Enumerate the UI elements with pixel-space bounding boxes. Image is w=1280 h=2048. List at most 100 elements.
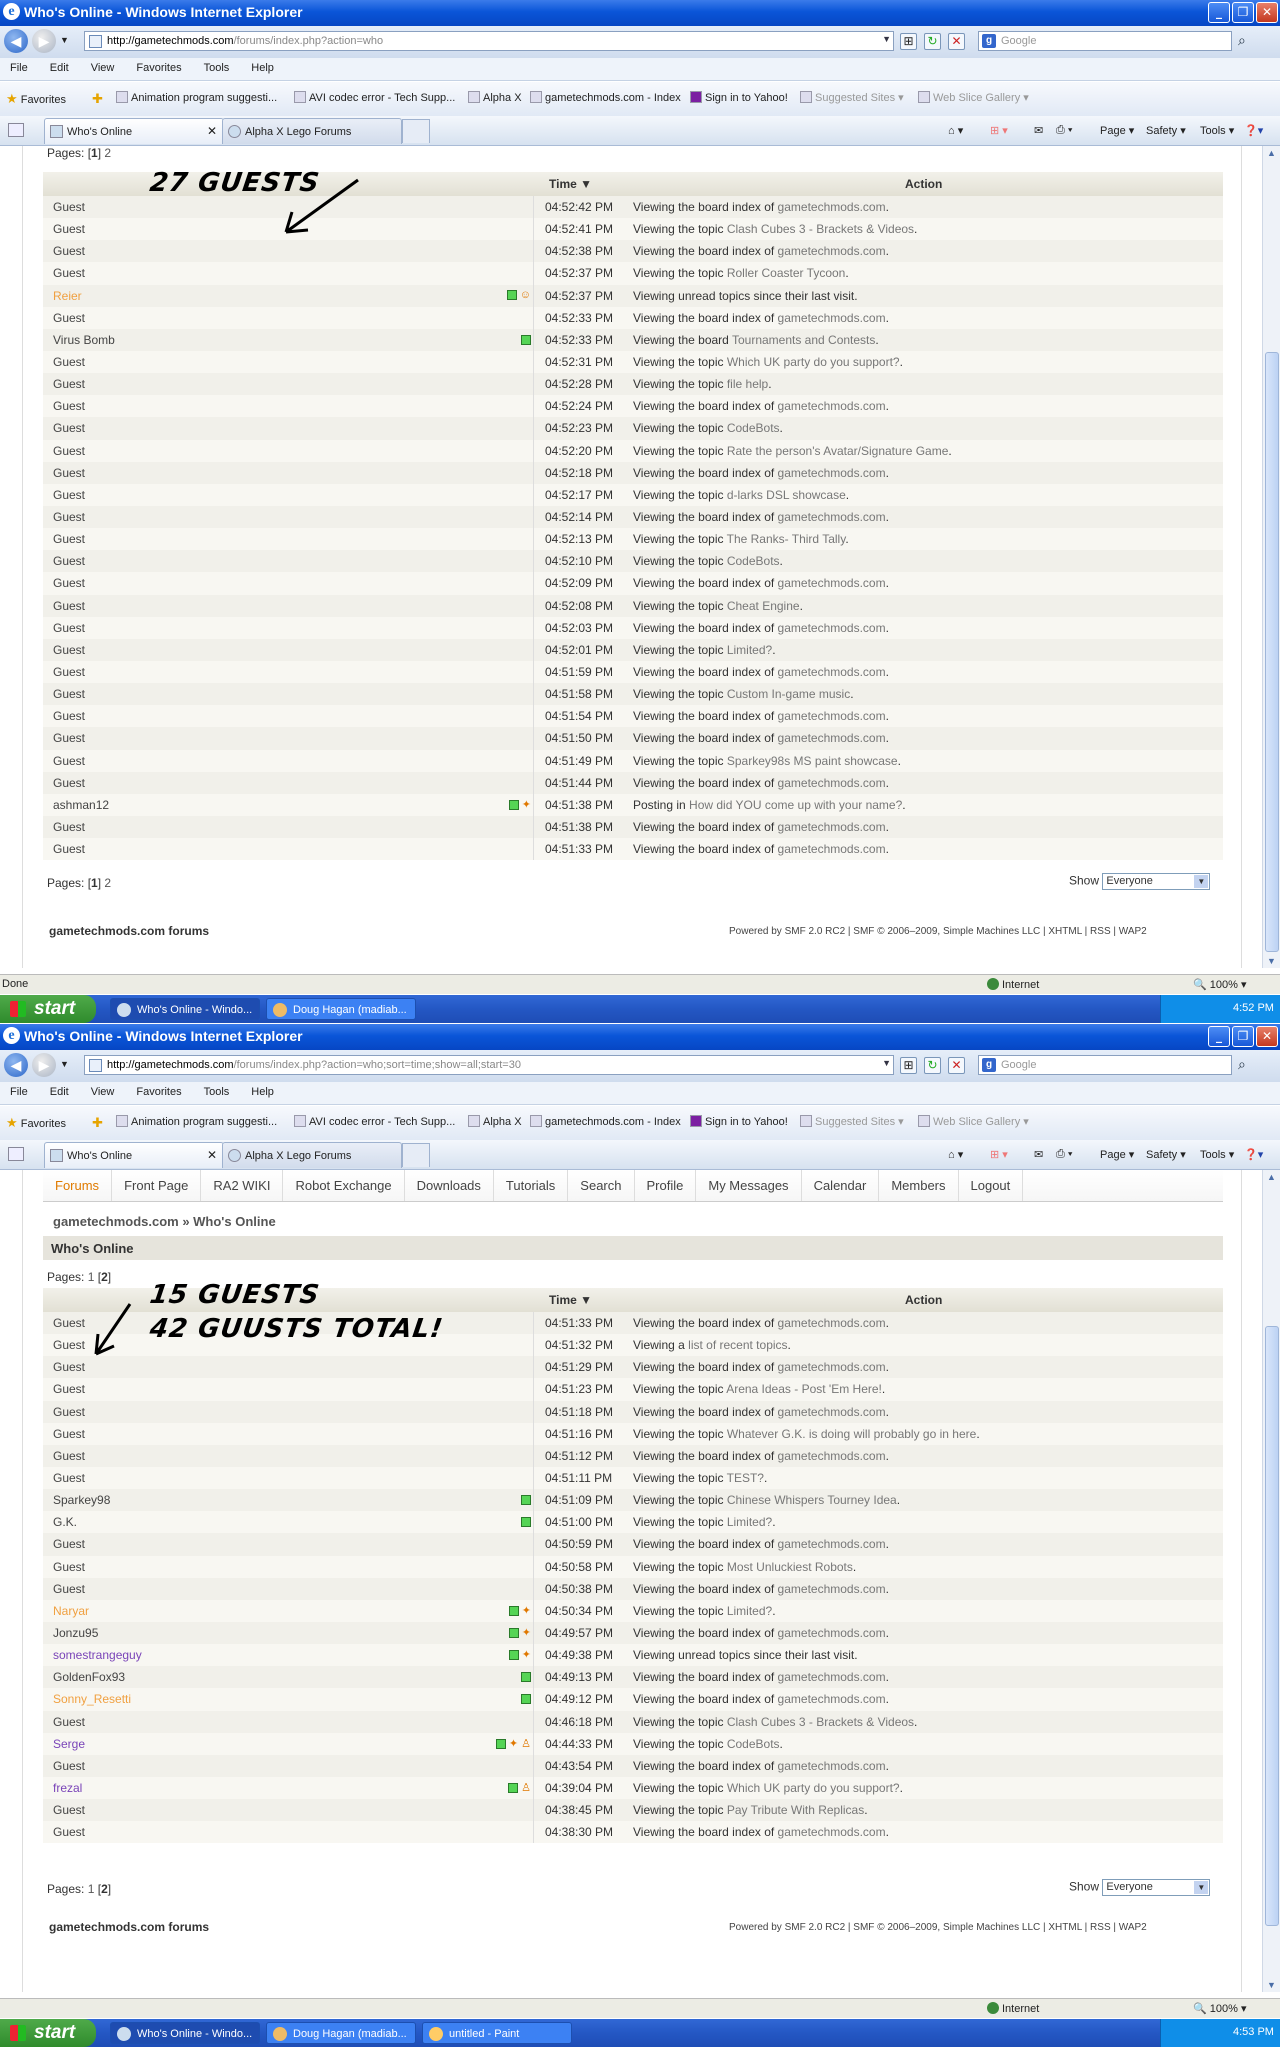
- tab-whos-online[interactable]: Who's Online ✕: [44, 1142, 224, 1168]
- mail-icon[interactable]: ✉: [1034, 124, 1043, 137]
- nav-front-page[interactable]: Front Page: [112, 1170, 202, 1201]
- nav-downloads[interactable]: Downloads: [405, 1170, 494, 1201]
- menu-view[interactable]: View: [91, 62, 115, 80]
- menu-tools[interactable]: Tools: [204, 1086, 230, 1104]
- favorite-link-2[interactable]: AVI codec error - Tech Supp...: [294, 1115, 455, 1128]
- action-link[interactable]: CodeBots: [727, 554, 780, 568]
- action-link[interactable]: Rate the person's Avatar/Signature Game: [727, 444, 949, 458]
- action-link[interactable]: Which UK party do you support?: [727, 1781, 900, 1795]
- action-link[interactable]: Limited?: [727, 1604, 772, 1618]
- show-select[interactable]: Everyone ▼: [1102, 873, 1211, 890]
- action-link[interactable]: gametechmods.com: [778, 709, 886, 723]
- start-button[interactable]: start: [0, 995, 96, 1023]
- stop-icon[interactable]: ✕: [948, 1057, 965, 1074]
- tools-menu[interactable]: Tools ▾: [1200, 124, 1234, 137]
- favorites-button[interactable]: ★ Favorites: [6, 1115, 66, 1131]
- nav-profile[interactable]: Profile: [635, 1170, 697, 1201]
- search-icon[interactable]: ⌕: [1238, 32, 1246, 49]
- nav-ra2-wiki[interactable]: RA2 WIKI: [201, 1170, 284, 1201]
- favorite-link-1[interactable]: Animation program suggesti...: [116, 1115, 277, 1128]
- print-icon[interactable]: ⎙ ▾: [1056, 1148, 1072, 1161]
- action-link[interactable]: file help: [727, 377, 768, 391]
- row-user-name[interactable]: Reier: [53, 289, 82, 303]
- action-link[interactable]: Custom In-game music: [727, 687, 850, 701]
- action-link[interactable]: How did YOU come up with your name?: [689, 798, 902, 812]
- action-link[interactable]: Clash Cubes 3 - Brackets & Videos: [727, 1715, 914, 1729]
- mail-icon[interactable]: ✉: [1034, 1148, 1043, 1161]
- forward-button[interactable]: ▶: [32, 29, 56, 53]
- action-link[interactable]: Pay Tribute With Replicas: [727, 1803, 864, 1817]
- menu-edit[interactable]: Edit: [50, 62, 69, 80]
- close-window-button[interactable]: ✕: [1256, 2, 1278, 23]
- zoom-level[interactable]: 🔍 100% ▾: [1193, 978, 1246, 991]
- action-link[interactable]: gametechmods.com: [778, 1316, 886, 1330]
- nav-robot-exchange[interactable]: Robot Exchange: [283, 1170, 405, 1201]
- favorite-link-2[interactable]: AVI codec error - Tech Supp...: [294, 91, 455, 104]
- nav-members[interactable]: Members: [879, 1170, 959, 1201]
- address-field[interactable]: http://gametechmods.com/forums/index.php…: [84, 31, 894, 51]
- action-link[interactable]: gametechmods.com: [778, 621, 886, 635]
- back-button[interactable]: ◀: [4, 1053, 28, 1077]
- row-user-name[interactable]: ashman12: [53, 798, 109, 812]
- action-link[interactable]: TEST?: [727, 1471, 764, 1485]
- page-link-2[interactable]: 2: [104, 146, 111, 160]
- row-user-name[interactable]: Sparkey98: [53, 1493, 110, 1507]
- show-select[interactable]: Everyone ▼: [1102, 1879, 1211, 1896]
- row-user-name[interactable]: G.K.: [53, 1515, 77, 1529]
- action-link[interactable]: list of recent topics: [688, 1338, 787, 1352]
- favorite-link-1[interactable]: Animation program suggesti...: [116, 91, 277, 104]
- scrollbar[interactable]: ▲ ▼: [1262, 1170, 1280, 1992]
- tab-alpha-x[interactable]: Alpha X Lego Forums: [222, 118, 402, 144]
- row-user-name[interactable]: Sonny_Resetti: [53, 1692, 131, 1706]
- back-button[interactable]: ◀: [4, 29, 28, 53]
- address-dropdown-icon[interactable]: ▼: [882, 34, 891, 44]
- action-link[interactable]: gametechmods.com: [778, 399, 886, 413]
- action-link[interactable]: gametechmods.com: [778, 200, 886, 214]
- menu-file[interactable]: File: [10, 62, 28, 80]
- page-menu[interactable]: Page ▾: [1100, 124, 1134, 137]
- refresh-icon[interactable]: ↻: [924, 33, 941, 50]
- action-link[interactable]: Cheat Engine: [727, 599, 800, 613]
- close-window-button[interactable]: ✕: [1256, 1026, 1278, 1047]
- task-doug-hagan[interactable]: Doug Hagan (madiab...: [266, 2022, 416, 2044]
- favorite-link-5[interactable]: Sign in to Yahoo!: [690, 91, 788, 104]
- favorite-link-3[interactable]: Alpha X: [468, 1115, 522, 1128]
- suggested-sites[interactable]: Suggested Sites ▾: [800, 1115, 904, 1128]
- action-link[interactable]: gametechmods.com: [778, 776, 886, 790]
- action-link[interactable]: gametechmods.com: [778, 1759, 886, 1773]
- task-whos-online[interactable]: Who's Online - Windo...: [110, 2022, 260, 2044]
- menu-edit[interactable]: Edit: [50, 1086, 69, 1104]
- recent-pages-dropdown[interactable]: ▼: [60, 1059, 69, 1069]
- start-button[interactable]: start: [0, 2019, 96, 2047]
- action-link[interactable]: gametechmods.com: [778, 311, 886, 325]
- nav-my-messages[interactable]: My Messages: [696, 1170, 802, 1201]
- action-link[interactable]: CodeBots: [727, 421, 780, 435]
- row-user-name[interactable]: Jonzu95: [53, 1626, 98, 1640]
- task-whos-online[interactable]: Who's Online - Windo...: [110, 998, 260, 1020]
- compatibility-icon[interactable]: ⊞: [900, 1057, 917, 1074]
- add-favorite-icon[interactable]: ✚: [92, 1115, 103, 1131]
- tools-menu[interactable]: Tools ▾: [1200, 1148, 1234, 1161]
- menu-view[interactable]: View: [91, 1086, 115, 1104]
- action-link[interactable]: gametechmods.com: [778, 1670, 886, 1684]
- action-link[interactable]: gametechmods.com: [778, 1582, 886, 1596]
- menu-file[interactable]: File: [10, 1086, 28, 1104]
- zoom-level[interactable]: 🔍 100% ▾: [1193, 2002, 1246, 2015]
- action-link[interactable]: Limited?: [727, 643, 772, 657]
- action-link[interactable]: Most Unluckiest Robots: [727, 1560, 853, 1574]
- action-link[interactable]: CodeBots: [727, 1737, 780, 1751]
- action-link[interactable]: Limited?: [727, 1515, 772, 1529]
- recent-pages-dropdown[interactable]: ▼: [60, 35, 69, 45]
- action-link[interactable]: Whatever G.K. is doing will probably go …: [727, 1427, 976, 1441]
- scroll-thumb[interactable]: [1265, 1326, 1279, 1926]
- address-field[interactable]: http://gametechmods.com/forums/index.php…: [84, 1055, 894, 1075]
- nav-logout[interactable]: Logout: [959, 1170, 1024, 1201]
- address-dropdown-icon[interactable]: ▼: [882, 1058, 891, 1068]
- feeds-icon[interactable]: ⊞ ▾: [990, 1148, 1008, 1161]
- close-tab-icon[interactable]: ✕: [207, 1148, 217, 1162]
- quick-tabs-icon[interactable]: [8, 1147, 24, 1161]
- row-user-name[interactable]: Serge: [53, 1737, 85, 1751]
- page-link-1[interactable]: 1: [88, 1882, 95, 1896]
- action-link[interactable]: gametechmods.com: [778, 1449, 886, 1463]
- action-link[interactable]: Clash Cubes 3 - Brackets & Videos: [727, 222, 914, 236]
